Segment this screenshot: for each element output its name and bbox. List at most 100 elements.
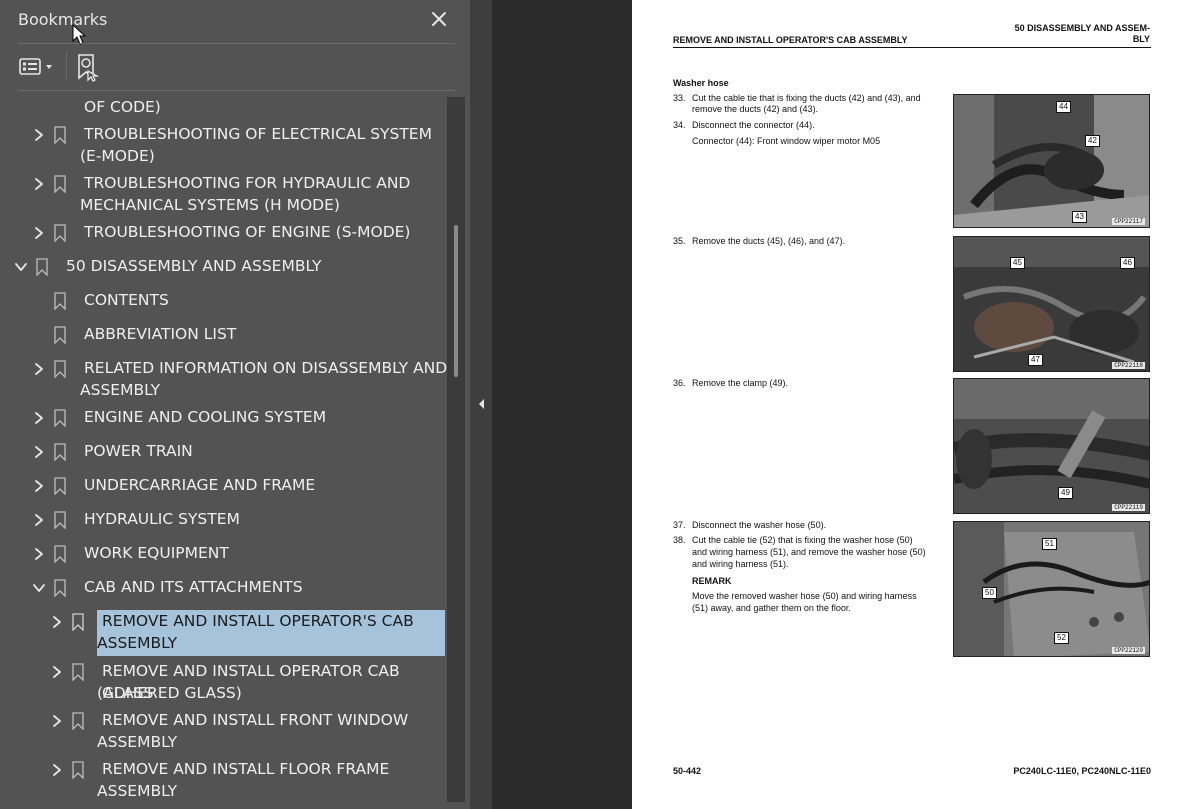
figure-code: CPP22117 xyxy=(1112,218,1145,225)
bookmark-icon xyxy=(54,292,66,310)
chevron-right-icon[interactable] xyxy=(50,665,64,679)
bookmark-icon xyxy=(54,224,66,242)
bookmark-item[interactable]: ABBREVIATION LIST xyxy=(0,323,450,349)
bookmark-item[interactable]: REMOVE AND INSTALL OPERATOR CAB GLASS (AD… xyxy=(0,660,450,708)
bookmark-label[interactable]: UNDERCARRIAGE AND FRAME xyxy=(84,474,315,496)
chevron-right-icon[interactable] xyxy=(50,615,64,629)
figure-code: CPP22119 xyxy=(1112,504,1145,511)
step-33-line-1: Cut the cable tie that is fixing the duc… xyxy=(692,93,921,103)
bookmark-label[interactable]: CAB AND ITS ATTACHMENTS xyxy=(84,576,303,598)
header-rule xyxy=(673,47,1151,48)
bookmark-label[interactable]: TROUBLESHOOTING OF ELECTRICAL SYSTEM xyxy=(84,123,432,145)
bookmarks-toolbar xyxy=(0,46,470,88)
bookmark-icon xyxy=(72,613,84,631)
bookmark-item[interactable]: POWER TRAIN xyxy=(0,440,450,466)
page-header-left: REMOVE AND INSTALL OPERATOR'S CAB ASSEMB… xyxy=(673,35,908,45)
bookmark-add-icon[interactable] xyxy=(74,52,102,82)
step-number: 37. xyxy=(673,520,686,530)
bookmark-item[interactable]: REMOVE AND INSTALL FRONT WINDOW ASSEMBLY xyxy=(0,709,450,757)
bookmark-icon xyxy=(54,360,66,378)
bookmark-label[interactable]: ABBREVIATION LIST xyxy=(84,323,236,345)
bookmark-label[interactable]: TROUBLESHOOTING OF ENGINE (S-MODE) xyxy=(84,221,410,243)
step-number: 34. xyxy=(673,120,686,130)
chevron-right-icon[interactable] xyxy=(32,411,46,425)
chevron-right-icon[interactable] xyxy=(50,714,64,728)
figure-callout: 44 xyxy=(1056,101,1071,113)
bookmark-label[interactable]: (ADHERED GLASS) xyxy=(97,682,242,704)
chevron-right-icon[interactable] xyxy=(32,445,46,459)
bookmark-label[interactable]: MECHANICAL SYSTEMS (H MODE) xyxy=(80,194,340,216)
step-number: 36. xyxy=(673,378,686,388)
chevron-right-icon[interactable] xyxy=(32,513,46,527)
bookmark-item[interactable]: REMOVE AND INSTALL FLOOR FRAME ASSEMBLY xyxy=(0,758,450,806)
bookmark-icon xyxy=(54,579,66,597)
bookmark-item[interactable]: WORK EQUIPMENT xyxy=(0,542,450,568)
remark-line-2: (51) away, and gather them on the floor. xyxy=(692,603,851,613)
bookmark-item[interactable]: TROUBLESHOOTING OF ENGINE (S-MODE) xyxy=(0,221,450,247)
chevron-right-icon[interactable] xyxy=(32,226,46,240)
bookmark-label[interactable]: OF CODE) xyxy=(84,96,161,118)
bookmark-label[interactable]: WORK EQUIPMENT xyxy=(84,542,229,564)
figure-illustration xyxy=(954,95,1149,227)
scrollbar-track[interactable] xyxy=(447,97,465,802)
bookmark-label[interactable]: ASSEMBLY xyxy=(97,780,177,802)
bookmark-item[interactable]: CAB AND ITS ATTACHMENTS xyxy=(0,576,450,602)
bookmark-label[interactable]: CONTENTS xyxy=(84,289,169,311)
toolbar-divider-line xyxy=(18,90,455,91)
chevron-down-icon[interactable] xyxy=(32,581,46,595)
bookmark-item[interactable]: OF CODE) xyxy=(0,96,450,122)
bookmark-label[interactable]: RELATED INFORMATION ON DISASSEMBLY AND xyxy=(84,357,447,379)
remark-line-1: Move the removed washer hose (50) and wi… xyxy=(692,591,917,601)
bookmark-label[interactable]: ASSEMBLY xyxy=(97,632,177,654)
section-title: Washer hose xyxy=(673,78,729,88)
bookmark-item[interactable]: ENGINE AND COOLING SYSTEM xyxy=(0,406,450,432)
list-options-icon[interactable] xyxy=(18,54,58,80)
bookmark-tree: OF CODE) TROUBLESHOOTING OF ELECTRICAL SY… xyxy=(0,96,450,809)
close-icon[interactable] xyxy=(428,8,450,30)
figure-photo: 44 42 43 CPP22117 xyxy=(953,94,1150,228)
bookmark-icon xyxy=(54,326,66,344)
panel-title: Bookmarks xyxy=(18,10,108,29)
bookmark-item[interactable]: CONTENTS xyxy=(0,289,450,315)
bookmark-item[interactable]: UNDERCARRIAGE AND FRAME xyxy=(0,474,450,500)
bookmark-item[interactable]: RELATED INFORMATION ON DISASSEMBLY AND AS… xyxy=(0,357,450,405)
bookmark-item[interactable]: TROUBLESHOOTING FOR HYDRAULIC AND MECHANI… xyxy=(0,172,450,220)
bookmark-label[interactable]: HYDRAULIC SYSTEM xyxy=(84,508,240,530)
bookmark-label[interactable]: ASSEMBLY xyxy=(97,731,177,753)
bookmark-label[interactable]: 50 DISASSEMBLY AND ASSEMBLY xyxy=(66,255,322,277)
bookmark-item[interactable]: REMOVE AND INSTALL OPERATOR'S CAB ASSEMBL… xyxy=(0,610,450,658)
model-number: PC240LC-11E0, PC240NLC-11E0 xyxy=(1013,766,1151,776)
bookmark-label[interactable]: REMOVE AND INSTALL FLOOR FRAME xyxy=(102,758,389,780)
bookmark-label[interactable]: ASSEMBLY xyxy=(80,379,160,401)
bookmark-label[interactable]: POWER TRAIN xyxy=(84,440,193,462)
chevron-right-icon[interactable] xyxy=(32,128,46,142)
bookmark-item[interactable]: HYDRAULIC SYSTEM xyxy=(0,508,450,534)
bookmark-item[interactable]: 50 DISASSEMBLY AND ASSEMBLY xyxy=(0,255,450,281)
collapse-panel-icon[interactable] xyxy=(476,396,486,412)
document-viewport-background xyxy=(492,0,632,809)
bookmark-label[interactable]: (E-MODE) xyxy=(80,145,155,167)
remark-title: REMARK xyxy=(692,576,732,586)
bookmark-label[interactable]: TROUBLESHOOTING FOR HYDRAULIC AND xyxy=(84,172,410,194)
step-number: 33. xyxy=(673,93,686,103)
figure-callout: 43 xyxy=(1072,211,1087,223)
scrollbar-thumb[interactable] xyxy=(454,225,458,377)
chevron-right-icon[interactable] xyxy=(50,763,64,777)
chevron-right-icon[interactable] xyxy=(32,362,46,376)
chevron-down-icon[interactable] xyxy=(14,260,28,274)
bookmark-label[interactable]: REMOVE AND INSTALL FRONT WINDOW xyxy=(102,709,408,731)
bookmark-icon xyxy=(54,477,66,495)
figure-photo: 45 46 47 CPP22118 xyxy=(953,236,1150,372)
step-34-note: Connector (44): Front window wiper motor… xyxy=(692,136,881,146)
figure-code: CPP22120 xyxy=(1112,647,1145,654)
bookmarks-panel: Bookmarks OF CODE) TROUBLESHOOTING OF ELE… xyxy=(0,0,470,809)
bookmark-item[interactable]: TROUBLESHOOTING OF ELECTRICAL SYSTEM (E-M… xyxy=(0,123,450,171)
page-number: 50-442 xyxy=(673,766,702,776)
bookmark-label[interactable]: REMOVE AND INSTALL OPERATOR'S CAB xyxy=(102,610,414,632)
chevron-right-icon[interactable] xyxy=(32,547,46,561)
chevron-right-icon[interactable] xyxy=(32,177,46,191)
step-34-line-1: Disconnect the connector (44). xyxy=(692,120,815,130)
chevron-right-icon[interactable] xyxy=(32,479,46,493)
figure-callout: 50 xyxy=(982,587,997,599)
bookmark-label[interactable]: ENGINE AND COOLING SYSTEM xyxy=(84,406,326,428)
